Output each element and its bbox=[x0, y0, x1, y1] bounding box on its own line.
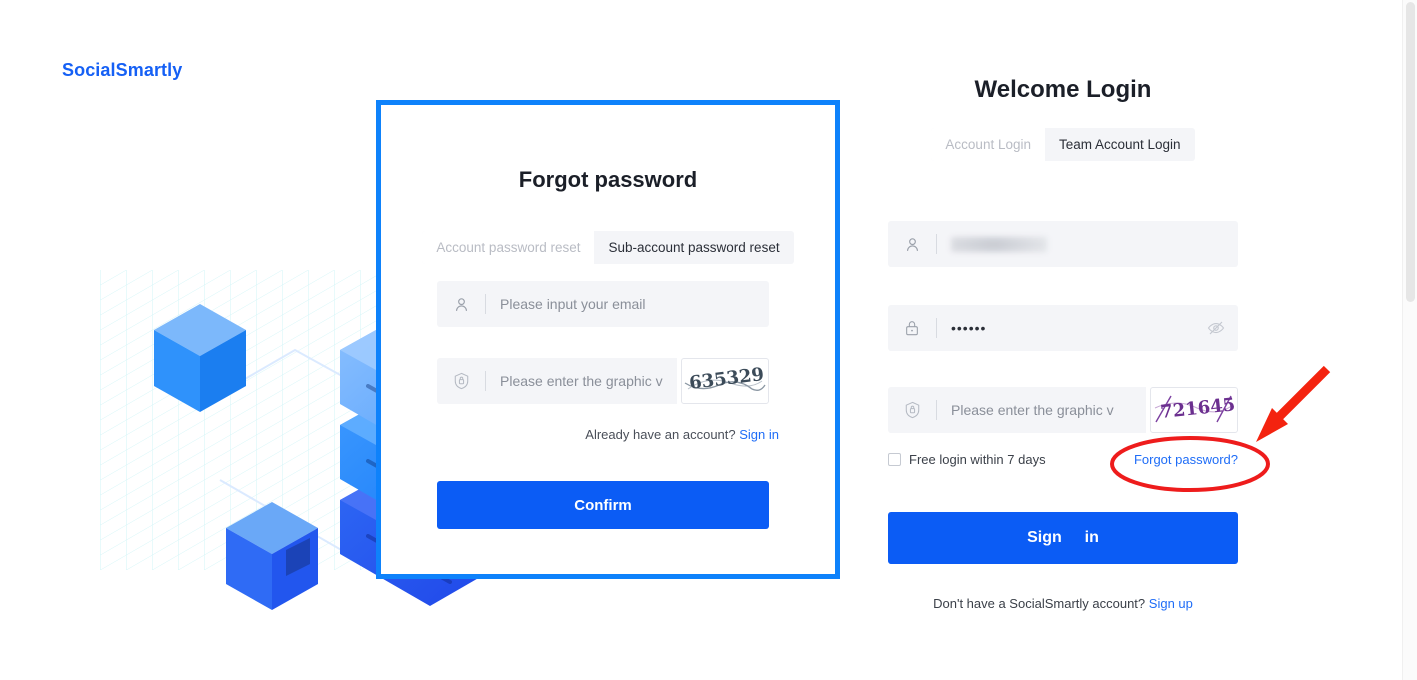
tab-account-login[interactable]: Account Login bbox=[931, 128, 1045, 161]
sign-in-button[interactable]: Sign in bbox=[888, 512, 1238, 564]
signup-prompt-text: Don't have a SocialSmartly account? bbox=[933, 596, 1146, 611]
login-captcha-field[interactable]: Please enter the graphic v bbox=[888, 387, 1146, 433]
lock-icon bbox=[888, 319, 936, 337]
brand-logo[interactable]: SocialSmartly bbox=[62, 60, 182, 81]
password-field[interactable]: •••••• bbox=[888, 305, 1238, 351]
tab-team-account-login[interactable]: Team Account Login bbox=[1045, 128, 1195, 161]
login-page: SocialSmartly Forgot password Account pa… bbox=[0, 0, 1417, 680]
sign-in-link[interactable]: Sign in bbox=[739, 427, 779, 442]
forgot-password-modal: Forgot password Account password reset S… bbox=[376, 100, 840, 579]
modal-tabs: Account password reset Sub-account passw… bbox=[381, 231, 835, 264]
modal-captcha-image[interactable]: 635329 bbox=[681, 358, 769, 404]
page-title: Welcome Login bbox=[974, 76, 1152, 103]
modal-email-field[interactable]: Please input your email bbox=[437, 281, 769, 327]
modal-captcha-row: Please enter the graphic v 635329 bbox=[437, 358, 769, 404]
remember-me-checkbox[interactable] bbox=[888, 453, 901, 466]
forgot-password-link[interactable]: Forgot password? bbox=[1134, 452, 1238, 467]
user-icon bbox=[437, 296, 485, 313]
login-captcha-image[interactable]: 721645 bbox=[1150, 387, 1238, 433]
login-panel: Welcome Login Account Login Team Account… bbox=[888, 0, 1238, 611]
tab-account-password-reset[interactable]: Account password reset bbox=[422, 231, 595, 264]
username-redacted-value bbox=[951, 236, 1047, 252]
remember-me-option[interactable]: Free login within 7 days bbox=[888, 452, 1046, 467]
login-captcha-placeholder: Please enter the graphic v bbox=[951, 402, 1114, 418]
modal-captcha-field[interactable]: Please enter the graphic v bbox=[437, 358, 677, 404]
user-icon bbox=[888, 236, 936, 253]
login-options-row: Free login within 7 days Forgot password… bbox=[888, 452, 1238, 467]
field-divider bbox=[936, 234, 937, 254]
sign-in-label-part1: Sign bbox=[1027, 529, 1062, 546]
already-text: Already have an account? bbox=[585, 427, 736, 442]
modal-title: Forgot password bbox=[518, 167, 698, 192]
shield-lock-icon bbox=[437, 372, 485, 390]
page-scrollbar[interactable] bbox=[1402, 0, 1417, 680]
sign-up-link[interactable]: Sign up bbox=[1149, 596, 1193, 611]
password-value: •••••• bbox=[951, 320, 987, 336]
remember-me-label: Free login within 7 days bbox=[909, 452, 1046, 467]
signup-footer: Don't have a SocialSmartly account? Sign… bbox=[888, 596, 1238, 611]
username-field[interactable] bbox=[888, 221, 1238, 267]
red-arrow-annotation bbox=[1256, 365, 1331, 442]
shield-lock-icon bbox=[888, 401, 936, 419]
login-tabs: Account Login Team Account Login bbox=[888, 128, 1238, 161]
svg-text:721645: 721645 bbox=[1159, 394, 1236, 423]
captcha-code-graphic: 635329 bbox=[684, 364, 766, 394]
captcha-code-graphic: 721645 bbox=[1154, 394, 1236, 423]
confirm-button[interactable]: Confirm bbox=[437, 481, 769, 529]
modal-already-have-account: Already have an account? Sign in bbox=[585, 427, 779, 442]
tab-sub-account-password-reset[interactable]: Sub-account password reset bbox=[594, 231, 793, 264]
modal-captcha-placeholder: Please enter the graphic v bbox=[500, 373, 663, 389]
login-captcha-row: Please enter the graphic v 721645 bbox=[888, 387, 1238, 433]
modal-email-placeholder: Please input your email bbox=[500, 296, 646, 312]
sign-in-label-part2: in bbox=[1084, 529, 1099, 546]
scrollbar-thumb[interactable] bbox=[1406, 2, 1415, 302]
eye-off-icon[interactable] bbox=[1194, 319, 1238, 337]
